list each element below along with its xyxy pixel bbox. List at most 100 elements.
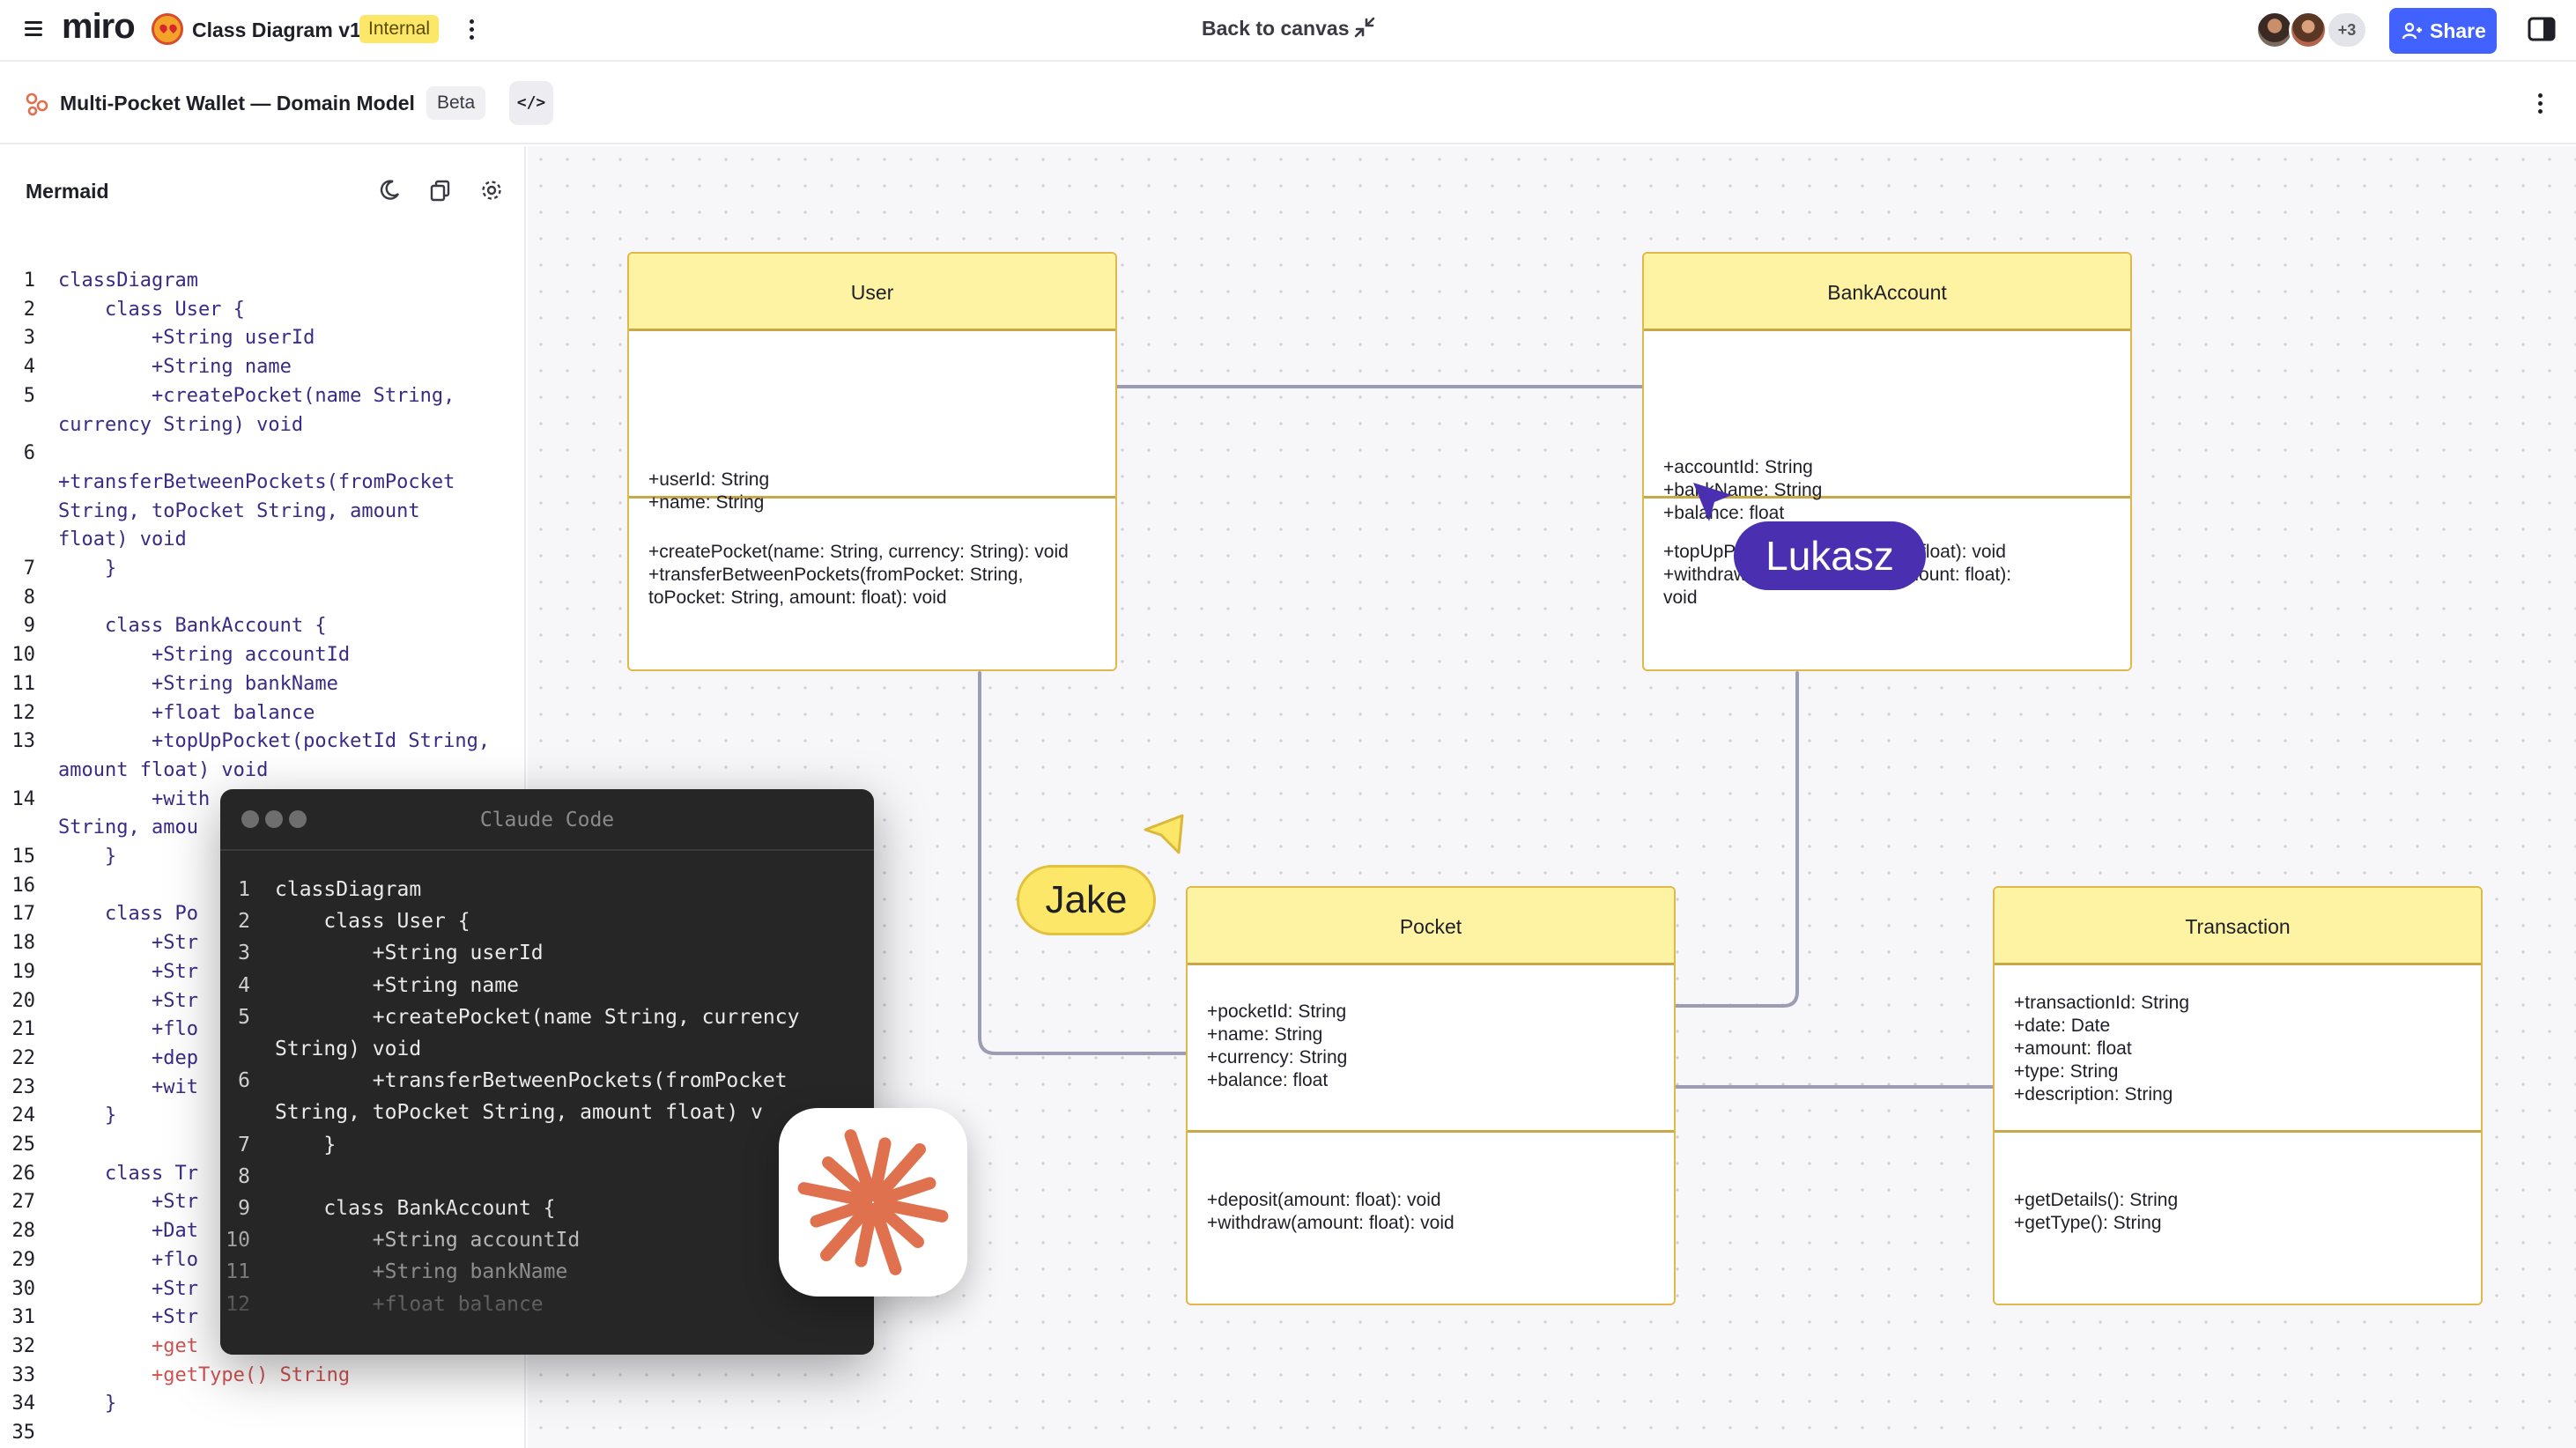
cursor-label-lukasz: Lukasz [1734, 521, 1926, 590]
code-line: 30 +Str [0, 1275, 198, 1304]
line-number: 21 [11, 1018, 36, 1041]
diagram-title[interactable]: Multi-Pocket Wallet — Domain Model [60, 92, 415, 115]
top-toolbar: miro Class Diagram v1 Internal Back to c… [0, 0, 2576, 62]
code-line: 18 +Str [0, 929, 198, 957]
code-line: 26 class Tr [0, 1160, 198, 1188]
line-text: } [58, 558, 117, 580]
line-text: +float balance [58, 701, 315, 724]
code-line: 28 +Dat [0, 1217, 198, 1245]
line-text: +createPocket(name String, currency [275, 1005, 800, 1029]
board-emoji-icon[interactable] [152, 13, 183, 45]
side-panel-icon[interactable] [2527, 14, 2557, 44]
line-number: 26 [11, 1162, 36, 1185]
line-number: 24 [11, 1104, 36, 1127]
class-name: Transaction [1995, 888, 2481, 965]
code-line: 32 +get [0, 1333, 198, 1361]
code-line: 7 } [220, 1129, 336, 1161]
code-line: 16 [0, 872, 58, 900]
line-text: class Po [58, 903, 198, 926]
class-attributes: +userId: String +name: String [629, 331, 1115, 513]
class-bankaccount[interactable]: BankAccount +accountId: String +bankName… [1642, 252, 2132, 671]
line-number: 22 [11, 1046, 36, 1069]
window-title: Claude Code [479, 809, 615, 831]
line-number: 4 [238, 973, 250, 997]
code-line: 27 +Str [0, 1188, 198, 1216]
class-methods: +createPocket(name: String, currency: St… [629, 499, 1115, 669]
line-number: 14 [11, 787, 36, 810]
settings-icon[interactable] [479, 178, 504, 203]
panel-title: Mermaid [26, 180, 109, 203]
board-more-icon[interactable] [465, 16, 479, 44]
code-line: 21 +flo [0, 1016, 198, 1044]
methods-text: +createPocket(name: String, currency: St… [648, 542, 1069, 608]
line-number: 7 [238, 1133, 250, 1156]
code-line: 2 class User { [0, 296, 245, 324]
methods-text: +deposit(amount: float): void +withdraw(… [1207, 1190, 1455, 1233]
class-attributes: +accountId: String +bankName: String +ba… [1644, 331, 2130, 523]
code-toggle-button[interactable]: </> [509, 81, 553, 125]
line-text: class User { [275, 910, 470, 934]
line-number: 6 [23, 442, 35, 465]
line-text: +createPocket(name String, [58, 384, 455, 407]
line-text: +topUpPocket(pocketId String, [58, 730, 491, 753]
miro-logo[interactable]: miro [62, 7, 136, 47]
line-text: classDiagram [58, 270, 198, 292]
copy-icon[interactable] [428, 178, 453, 203]
line-number: 7 [23, 558, 35, 580]
line-text: +Str [58, 1277, 198, 1300]
line-text: } [58, 1104, 117, 1127]
line-text: +flo [58, 1018, 198, 1041]
board-title[interactable]: Class Diagram v1 [192, 18, 361, 42]
code-line: 2 class User { [220, 905, 470, 937]
claude-logo [779, 1108, 967, 1297]
line-text: +String userId [275, 942, 544, 965]
line-text: classDiagram [275, 878, 422, 901]
line-text: float) void [58, 528, 187, 551]
code-line: 6 +transferBetweenPockets(fromPocket [220, 1065, 788, 1097]
line-number: 8 [238, 1164, 250, 1188]
more-collaborators-badge[interactable]: +3 [2326, 11, 2368, 49]
line-text: +transferBetweenPockets(fromPocket [275, 1069, 788, 1093]
line-text: +String name [58, 356, 292, 379]
class-pocket[interactable]: Pocket +pocketId: String +name: String +… [1186, 886, 1676, 1305]
code-line: 8 [220, 1161, 275, 1193]
class-user[interactable]: User +userId: String +name: String +crea… [627, 252, 1117, 671]
line-number: 30 [11, 1277, 36, 1300]
code-line: 25 [0, 1131, 58, 1159]
collapse-icon[interactable] [1353, 16, 1376, 39]
share-button[interactable]: Share [2389, 8, 2497, 54]
class-methods: +deposit(amount: float): void +withdraw(… [1188, 1133, 1674, 1304]
line-number: 10 [11, 644, 36, 667]
line-text: +String bankName [58, 672, 338, 695]
attributes-text: +pocketId: String +name: String +currenc… [1207, 1001, 1348, 1090]
class-name: User [629, 254, 1115, 331]
class-transaction[interactable]: Transaction +transactionId: String +date… [1993, 886, 2483, 1305]
line-number: 32 [11, 1334, 36, 1357]
fade-overlay [220, 1203, 874, 1355]
code-line: 6 [0, 440, 58, 468]
line-number: 4 [23, 356, 35, 379]
avatar[interactable] [2289, 11, 2328, 49]
code-line: 13 +topUpPocket(pocketId String, [0, 728, 491, 756]
cursor-arrow-icon [1693, 483, 1732, 521]
window-titlebar: Claude Code [220, 789, 874, 851]
diagram-more-icon[interactable] [2534, 90, 2548, 118]
code-line: 20 +Str [0, 987, 198, 1016]
line-text: +get [58, 1334, 198, 1357]
line-number: 5 [238, 1005, 250, 1029]
menu-icon[interactable] [25, 19, 48, 39]
code-line: 15 } [0, 843, 117, 871]
line-text: +String name [275, 973, 519, 997]
line-text: +getType() String [58, 1363, 351, 1386]
line-text: +Str [58, 989, 198, 1012]
theme-icon[interactable] [377, 178, 402, 203]
code-line: 7 } [0, 555, 116, 583]
line-text: +flo [58, 1248, 198, 1271]
code-line: 12 +float balance [0, 699, 315, 728]
back-to-canvas-button[interactable]: Back to canvas [1202, 17, 1349, 41]
code-line: 35 [0, 1419, 58, 1447]
line-number: 28 [11, 1220, 36, 1243]
claude-code-window[interactable]: Claude Code 1 classDiagram 2 class User {3… [220, 789, 874, 1355]
beta-badge: Beta [426, 86, 486, 120]
methods-text: +getDetails(): String +getType(): String [2014, 1190, 2179, 1233]
